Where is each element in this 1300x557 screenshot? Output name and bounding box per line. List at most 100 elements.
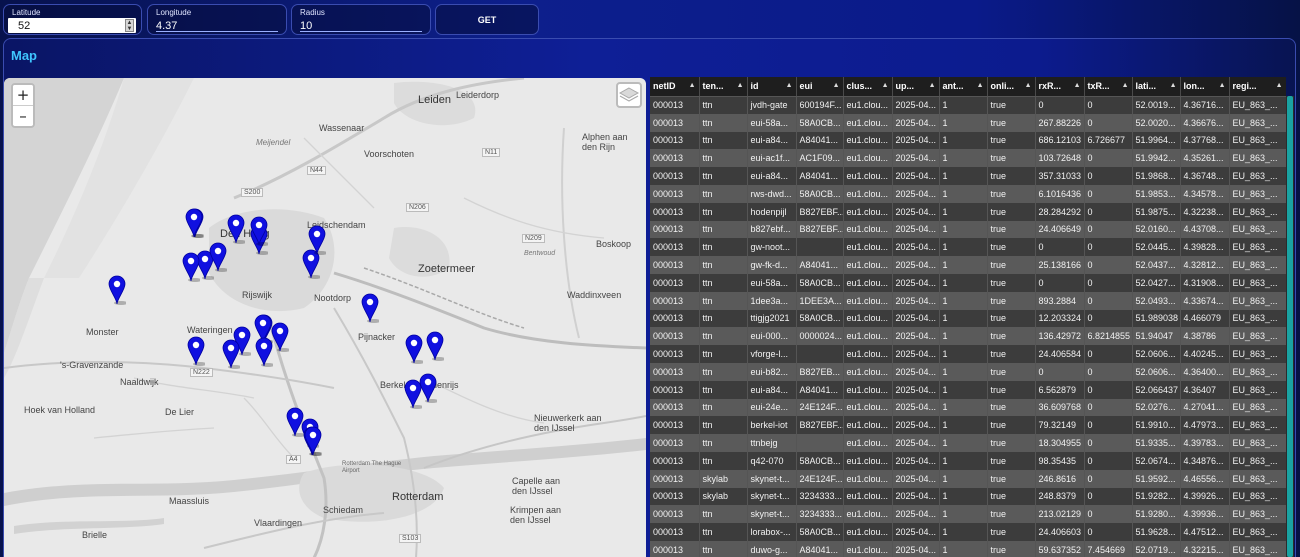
gateway-marker-icon[interactable]: [304, 426, 324, 457]
table-row[interactable]: 000013 ttn ttnbejg eu1.clou... 2025-04... 1 tr…: [650, 434, 1286, 452]
gateway-marker-icon[interactable]: [222, 339, 243, 370]
table-row[interactable]: 000013 ttn ttigjg2021 58A0CB... eu1.clou... 2…: [650, 309, 1286, 328]
column-header[interactable]: lon... ▲: [1180, 77, 1230, 97]
latitude-stepper-icon[interactable]: ▲ ▼: [125, 19, 134, 32]
gateway-marker-icon[interactable]: [405, 334, 425, 364]
table-cell: eui-a84...: [747, 131, 797, 150]
table-row[interactable]: 000013 skylab skynet-t... 3234333... eu1.clo…: [650, 487, 1286, 506]
table-row[interactable]: 000013 ttn lorabox-... 58A0CB... eu1.clou...…: [650, 523, 1286, 541]
place-label: 's-Gravenzande: [60, 360, 124, 370]
table-row[interactable]: 000013 ttn b827ebf... B827EBF... eu1.clou...…: [650, 220, 1286, 239]
road-shield: N209: [522, 234, 545, 243]
column-header[interactable]: netID ▲: [650, 77, 700, 97]
gateway-marker-icon[interactable]: [361, 293, 381, 323]
table-row[interactable]: 000013 ttn eui-24e... 24E124F... eu1.clou...…: [650, 398, 1286, 417]
column-header[interactable]: regi... ▲: [1229, 77, 1286, 97]
table-row[interactable]: 000013 ttn eui-a84... A84041... eu1.clou... 2…: [650, 380, 1286, 399]
zoom-in-button[interactable]: +: [13, 85, 33, 105]
table-cell: 4.40245...: [1180, 345, 1230, 363]
gateway-marker-icon[interactable]: [255, 337, 276, 367]
latitude-input[interactable]: [8, 18, 136, 33]
column-header[interactable]: rxR... ▲: [1035, 77, 1085, 97]
gateway-marker-icon[interactable]: [227, 214, 247, 245]
table-row[interactable]: 000013 ttn berkel-iot B827EBF... eu1.clou...…: [650, 416, 1286, 435]
gateway-marker-icon[interactable]: [187, 336, 207, 366]
table-row[interactable]: 000013 ttn gw-noot... eu1.clou... 2025-04...…: [650, 238, 1286, 257]
sort-arrow-icon[interactable]: ▲: [786, 82, 793, 89]
table-cell: 4.37768...: [1180, 131, 1230, 150]
gateway-marker-icon[interactable]: [185, 208, 205, 239]
table-row[interactable]: 000013 ttn eui-ac1f... AC1F09... eu1.clou...…: [650, 149, 1286, 168]
get-button[interactable]: GET: [435, 4, 539, 35]
column-header[interactable]: onli... ▲: [987, 77, 1036, 97]
table-row[interactable]: 000013 ttn eui-58a... 58A0CB... eu1.clou... 2…: [650, 273, 1286, 292]
table-row[interactable]: 000013 ttn eui-b82... B827EB... eu1.clou... 2…: [650, 362, 1286, 381]
gateway-marker-icon[interactable]: [108, 275, 128, 305]
gateway-marker-icon[interactable]: [250, 216, 271, 246]
column-header[interactable]: id ▲: [747, 77, 797, 97]
place-label: Schiedam: [323, 505, 364, 515]
table-cell: 25.138166: [1035, 256, 1085, 274]
zoom-out-button[interactable]: –: [13, 105, 33, 125]
sort-arrow-icon[interactable]: ▲: [1122, 82, 1129, 89]
column-header[interactable]: up... ▲: [892, 77, 940, 97]
sort-arrow-icon[interactable]: ▲: [737, 82, 744, 89]
map-view[interactable]: Leiden Leiderdorp Wassenaar Voorschoten …: [4, 78, 646, 557]
table-cell: 600194F...: [796, 96, 844, 114]
table-row[interactable]: 000013 ttn eui-a84... A84041... eu1.clou... 2…: [650, 167, 1286, 185]
table-cell: EU_863_...: [1229, 273, 1286, 292]
table-cell: 0: [1084, 345, 1133, 363]
table-cell: ttn: [699, 398, 748, 417]
table-cell: 893.2884: [1035, 291, 1085, 310]
gateway-marker-icon[interactable]: [182, 252, 202, 282]
sort-arrow-icon[interactable]: ▲: [1276, 82, 1283, 89]
table-cell: gw-fk-d...: [747, 256, 797, 274]
sort-arrow-icon[interactable]: ▲: [689, 82, 696, 89]
table-row[interactable]: 000013 ttn gw-fk-d... A84041... eu1.clou... 2…: [650, 256, 1286, 274]
gateway-marker-icon[interactable]: [271, 322, 291, 353]
column-header[interactable]: txR... ▲: [1084, 77, 1133, 97]
table-cell: 1: [939, 238, 988, 257]
table-cell: true: [987, 273, 1036, 292]
table-row[interactable]: 000013 ttn vforge-l... eu1.clou... 2025-04..…: [650, 345, 1286, 363]
table-cell: eu1.clou...: [843, 291, 893, 310]
table-cell: true: [987, 309, 1036, 328]
table-row[interactable]: 000013 ttn q42-070 58A0CB... eu1.clou... 2025…: [650, 451, 1286, 470]
road-shield: A4: [286, 455, 301, 464]
column-header[interactable]: ant... ▲: [939, 77, 988, 97]
table-row[interactable]: 000013 ttn hodenpijl B827EBF... eu1.clou... 2…: [650, 202, 1286, 221]
table-cell: EU_863_...: [1229, 487, 1286, 506]
sort-arrow-icon[interactable]: ▲: [1219, 82, 1226, 89]
table-row[interactable]: 000013 ttn eui-a84... A84041... eu1.clou... 2…: [650, 131, 1286, 150]
road-shield: S103: [399, 534, 422, 543]
scrollbar-thumb[interactable]: [1287, 96, 1293, 557]
table-row[interactable]: 000013 ttn eui-000... 0000024... eu1.clou...…: [650, 327, 1286, 346]
table-row[interactable]: 000013 skylab skynet-t... 24E124F... eu1.clo…: [650, 469, 1286, 488]
sort-arrow-icon[interactable]: ▲: [1074, 82, 1081, 89]
gateway-marker-icon[interactable]: [419, 373, 439, 404]
table-row[interactable]: 000013 ttn 1dee3a... 1DEE3A... eu1.clou... 20…: [650, 291, 1286, 310]
sort-arrow-icon[interactable]: ▲: [977, 82, 984, 89]
table-row[interactable]: 000013 ttn duwo-g... A84041... eu1.clou... 20…: [650, 540, 1286, 557]
sort-arrow-icon[interactable]: ▲: [1025, 82, 1032, 89]
sort-arrow-icon[interactable]: ▲: [929, 82, 936, 89]
table-cell: duwo-g...: [747, 540, 797, 557]
sort-arrow-icon[interactable]: ▲: [833, 82, 840, 89]
gateway-marker-icon[interactable]: [426, 331, 446, 361]
layers-button[interactable]: [616, 82, 642, 108]
column-header[interactable]: clus... ▲: [843, 77, 893, 97]
table-scrollbar[interactable]: [1286, 96, 1294, 557]
column-header[interactable]: lati... ▲: [1132, 77, 1181, 97]
table-row[interactable]: 000013 ttn jvdh-gate 600194F... eu1.clou... 2…: [650, 96, 1286, 114]
gateway-marker-icon[interactable]: [308, 225, 329, 255]
table-cell: 28.284292: [1035, 202, 1085, 221]
table-row[interactable]: 000013 ttn rws-dwd... 58A0CB... eu1.clou... 2…: [650, 184, 1286, 203]
table-row[interactable]: 000013 ttn skynet-t... 3234333... eu1.clou..…: [650, 505, 1286, 524]
sort-arrow-icon[interactable]: ▲: [1170, 82, 1177, 89]
table-row[interactable]: 000013 ttn eui-58a... 58A0CB... eu1.clou... 2…: [650, 113, 1286, 132]
gateway-marker-icon[interactable]: [209, 242, 229, 272]
column-header[interactable]: eui ▲: [796, 77, 844, 97]
column-header[interactable]: ten... ▲: [699, 77, 748, 97]
sort-arrow-icon[interactable]: ▲: [882, 82, 889, 89]
table-cell: 1: [939, 149, 988, 168]
